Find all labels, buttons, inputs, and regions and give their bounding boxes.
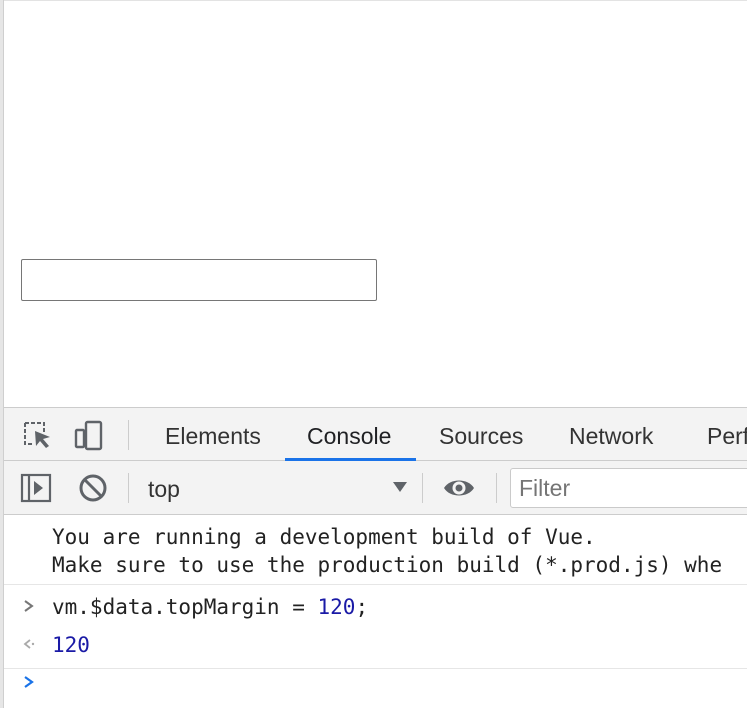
devtools-tab-bar: Elements Console Sources Network Perf <box>4 407 747 461</box>
tab-elements[interactable]: Elements <box>165 408 261 461</box>
prompt-chevron-icon <box>24 676 34 688</box>
device-toolbar-icon[interactable] <box>73 420 105 452</box>
console-toolbar: top <box>4 461 747 515</box>
result-arrow-icon <box>23 639 35 649</box>
command-number: 120 <box>317 595 356 619</box>
context-selector[interactable]: top <box>148 461 408 514</box>
toolbar-divider <box>496 473 497 503</box>
console-message-line: Make sure to use the production build (*… <box>52 553 723 577</box>
toolbar-divider <box>422 473 423 503</box>
tabbar-divider <box>128 420 129 450</box>
command-semicolon: ; <box>355 595 369 619</box>
devtools-panel: Elements Console Sources Network Perf to… <box>4 407 747 708</box>
console-result: 120 <box>52 633 90 657</box>
console-prompt-input[interactable] <box>52 669 742 705</box>
console-command: vm.$data.topMargin = 120; <box>52 595 368 619</box>
dropdown-arrow-icon <box>393 482 407 492</box>
input-chevron-icon <box>24 600 34 612</box>
console-output: You are running a development build of V… <box>4 515 747 708</box>
toolbar-divider <box>128 473 129 503</box>
page-text-input[interactable] <box>21 259 377 301</box>
inspect-element-icon[interactable] <box>22 420 54 452</box>
console-row-divider <box>4 584 747 585</box>
console-message-line: You are running a development build of V… <box>52 525 596 549</box>
tab-sources[interactable]: Sources <box>439 408 523 461</box>
command-text: vm.$data.topMargin = <box>52 595 318 619</box>
live-expression-eye-icon[interactable] <box>443 472 475 504</box>
page-top-border <box>4 0 747 1</box>
tab-console[interactable]: Console <box>307 408 391 461</box>
tab-performance[interactable]: Perf <box>707 408 747 461</box>
clear-console-icon[interactable] <box>77 472 109 504</box>
console-filter-input[interactable] <box>510 468 747 508</box>
sidebar-toggle-icon[interactable] <box>20 472 52 504</box>
tab-network[interactable]: Network <box>569 408 653 461</box>
